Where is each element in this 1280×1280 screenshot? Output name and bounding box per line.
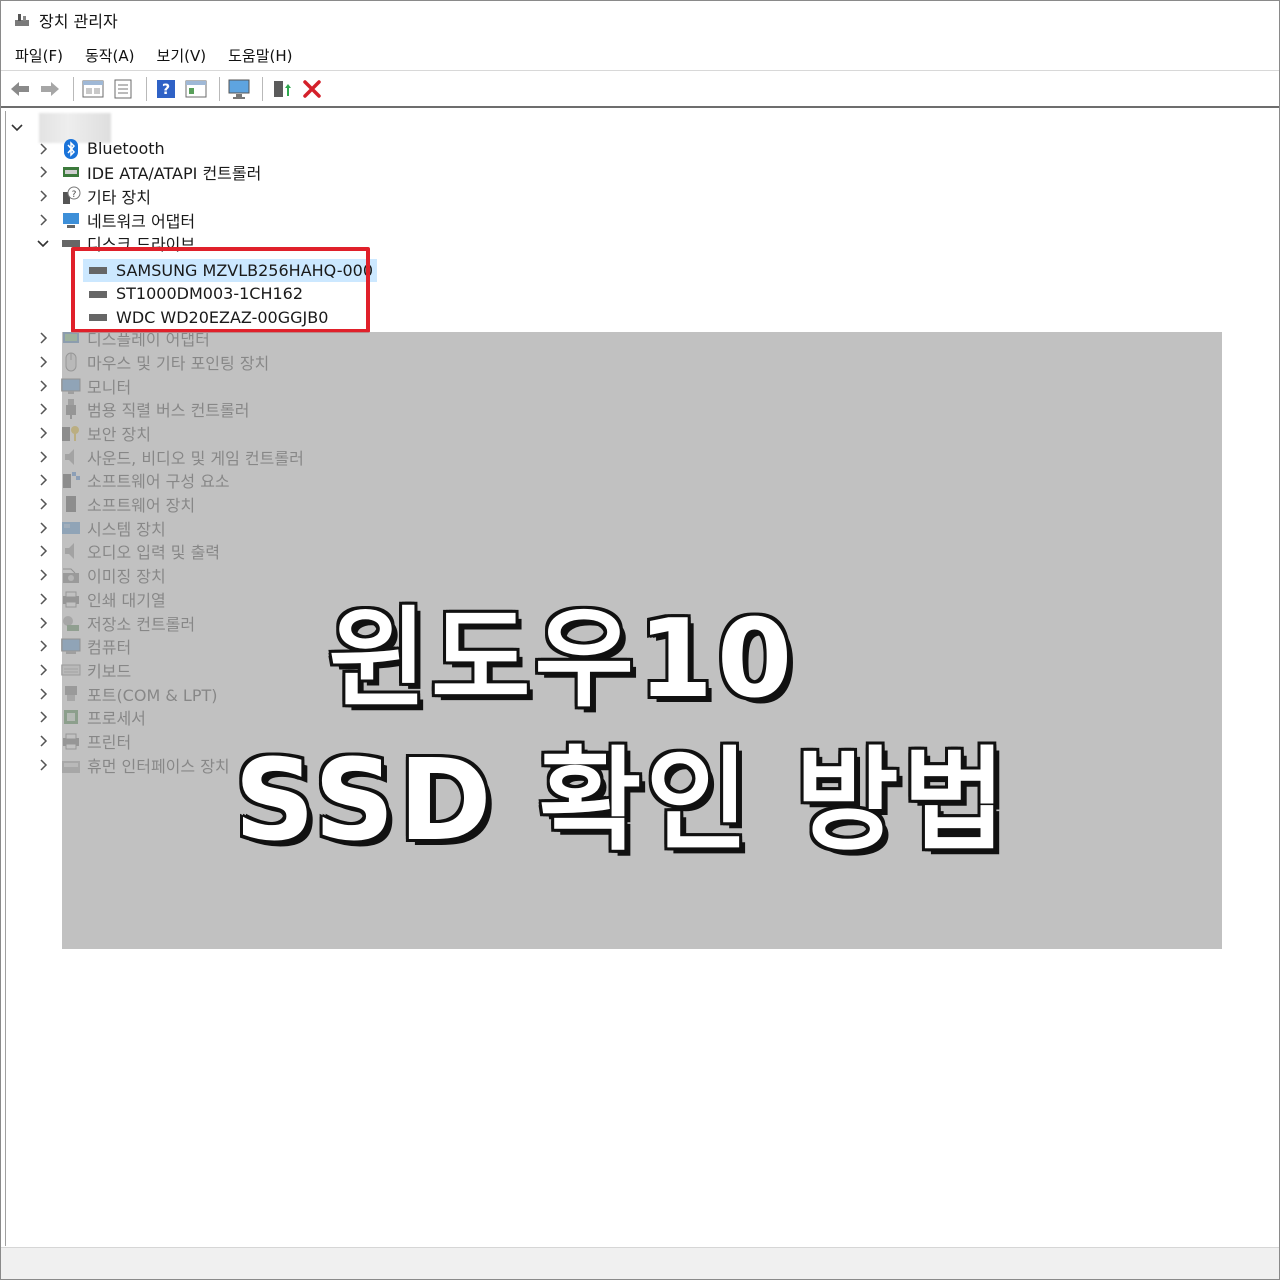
- tree-category-label: Bluetooth: [87, 139, 165, 158]
- svg-text:?: ?: [162, 82, 170, 98]
- chevron-right-icon[interactable]: [35, 164, 51, 180]
- toolbar-separator: [262, 77, 263, 101]
- chevron-right-icon[interactable]: [35, 188, 51, 204]
- toolbar: ?: [1, 72, 1279, 108]
- properties-sheet-icon[interactable]: [110, 76, 136, 102]
- tree-category-network-adapter[interactable]: 네트워크 어댑터: [35, 208, 195, 231]
- chevron-right-icon[interactable]: [35, 401, 51, 417]
- help-icon[interactable]: ?: [153, 76, 179, 102]
- ide-controller-icon: [61, 162, 81, 182]
- chevron-right-icon[interactable]: [35, 472, 51, 488]
- menu-help[interactable]: 도움말(H): [228, 45, 292, 66]
- device-manager-window: 장치 관리자 파일(F) 동작(A) 보기(V) 도움말(H) ? Blueto…: [0, 0, 1280, 1280]
- chevron-right-icon[interactable]: [35, 520, 51, 536]
- svg-text:?: ?: [72, 190, 77, 200]
- menu-file[interactable]: 파일(F): [15, 45, 63, 66]
- tree-category-label: 네트워크 어댑터: [87, 211, 196, 231]
- chevron-right-icon[interactable]: [35, 425, 51, 441]
- toolbar-separator: [73, 77, 74, 101]
- overlay-title-line1: 윈도우10: [327, 597, 797, 722]
- toolbar-separator: [146, 77, 147, 101]
- chevron-down-icon[interactable]: [35, 235, 51, 251]
- chevron-right-icon[interactable]: [35, 354, 51, 370]
- chevron-right-icon[interactable]: [35, 543, 51, 559]
- chevron-right-icon[interactable]: [35, 378, 51, 394]
- chevron-right-icon[interactable]: [35, 496, 51, 512]
- forward-icon[interactable]: [37, 76, 63, 102]
- network-adapter-icon: [61, 210, 81, 230]
- tree-root[interactable]: [9, 113, 111, 143]
- tree-category-label: IDE ATA/ATAPI 컨트롤러: [87, 164, 262, 184]
- update-driver-icon[interactable]: [269, 76, 295, 102]
- chevron-down-icon[interactable]: [9, 120, 25, 136]
- title-bar: 장치 관리자: [1, 1, 1279, 39]
- tree-category-label: 기타 장치: [87, 187, 151, 207]
- tree-category-unknown-device[interactable]: ? 기타 장치: [35, 184, 151, 207]
- view-icon[interactable]: [183, 76, 209, 102]
- menu-action[interactable]: 동작(A): [85, 45, 135, 66]
- bluetooth-icon: [61, 138, 81, 159]
- status-bar: [1, 1247, 1279, 1279]
- chevron-right-icon[interactable]: [35, 141, 51, 157]
- properties-grid-icon[interactable]: [80, 76, 106, 102]
- device-manager-app-icon: [13, 11, 31, 29]
- overlay-title-line2: SSD 확인 방법: [234, 736, 1010, 866]
- title-overlay: 윈도우10 SSD 확인 방법: [62, 332, 1222, 949]
- unknown-device-icon: ?: [61, 186, 81, 206]
- chevron-right-icon[interactable]: [35, 449, 51, 465]
- window-title: 장치 관리자: [39, 12, 118, 31]
- uninstall-icon[interactable]: [299, 76, 325, 102]
- menu-bar: 파일(F) 동작(A) 보기(V) 도움말(H): [1, 41, 1279, 71]
- chevron-right-icon[interactable]: [35, 330, 51, 346]
- monitor-icon[interactable]: [226, 76, 252, 102]
- menu-view[interactable]: 보기(V): [157, 45, 207, 66]
- tree-category-bluetooth[interactable]: Bluetooth: [35, 137, 165, 160]
- tree-category-ide-controller[interactable]: IDE ATA/ATAPI 컨트롤러: [35, 161, 261, 184]
- toolbar-separator: [219, 77, 220, 101]
- back-icon[interactable]: [7, 76, 33, 102]
- chevron-right-icon[interactable]: [35, 212, 51, 228]
- highlight-box: [71, 247, 370, 333]
